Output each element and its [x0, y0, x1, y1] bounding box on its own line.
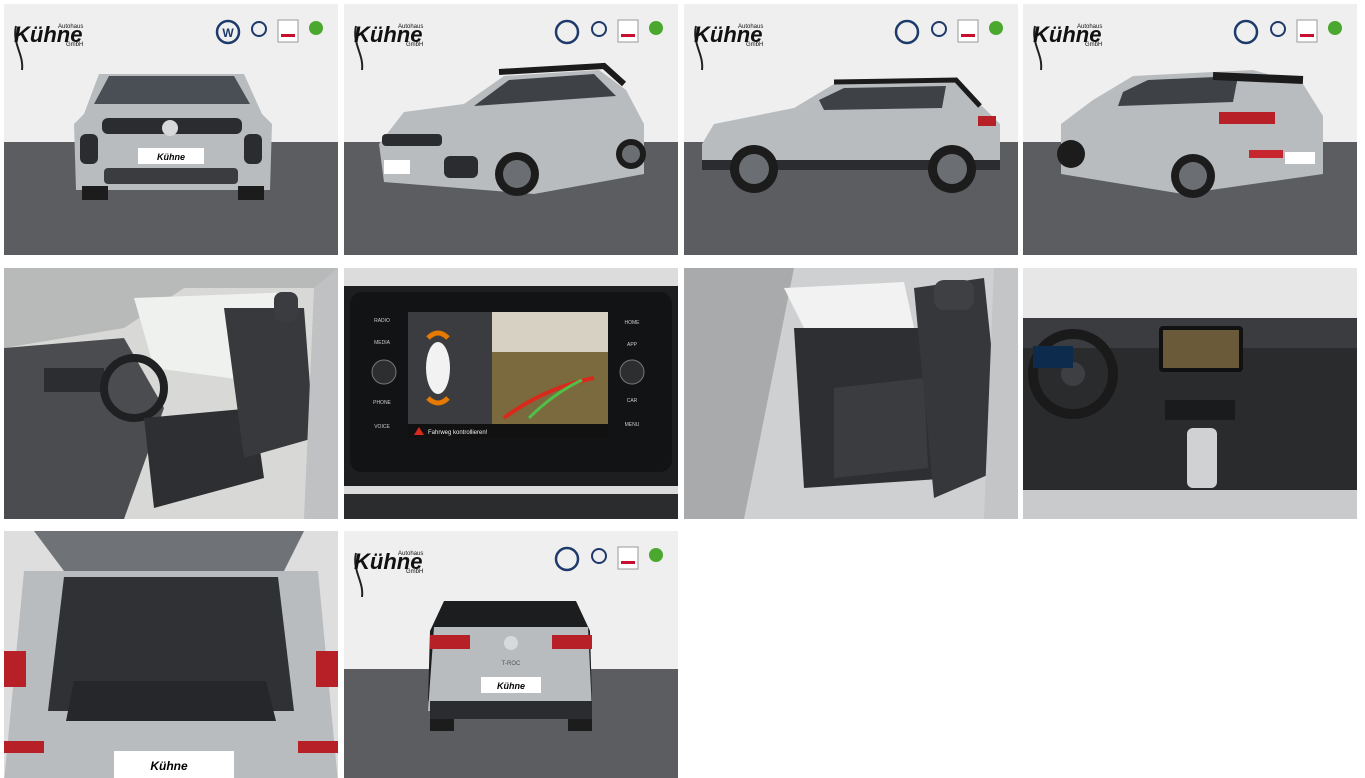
parking-warning-text: Fahrweg kontrollieren!: [428, 430, 488, 436]
photo-infotainment[interactable]: RADIO MEDIA PHONE VOICE HOME APP CAR MEN…: [344, 268, 678, 519]
svg-text:VOICE: VOICE: [374, 424, 390, 430]
infotainment-image: RADIO MEDIA PHONE VOICE HOME APP CAR MEN…: [344, 268, 678, 519]
svg-text:GmbH: GmbH: [66, 42, 83, 48]
svg-text:Autohaus: Autohaus: [398, 551, 423, 557]
svg-text:Autohaus: Autohaus: [398, 24, 423, 30]
svg-text:APP: APP: [627, 342, 638, 348]
svg-text:Kühne: Kühne: [497, 681, 525, 691]
svg-text:PHONE: PHONE: [373, 400, 391, 406]
svg-text:RADIO: RADIO: [374, 318, 390, 324]
photo-rear-view[interactable]: Kühne Autohaus GmbH T-ROC Kühne: [344, 531, 678, 778]
svg-text:GmbH: GmbH: [1085, 42, 1102, 48]
photo-dashboard[interactable]: [1023, 268, 1357, 519]
svg-text:HOME: HOME: [625, 320, 641, 326]
svg-text:MENU: MENU: [625, 422, 640, 428]
front-seats-image: [4, 268, 338, 519]
svg-text:Autohaus: Autohaus: [58, 24, 83, 30]
trunk-image: Kühne: [4, 531, 338, 778]
photo-front-seats[interactable]: [4, 268, 338, 519]
model-badge: T-ROC: [502, 661, 521, 667]
svg-text:GmbH: GmbH: [746, 42, 763, 48]
rear-view-image: Kühne Autohaus GmbH T-ROC Kühne: [344, 531, 678, 778]
svg-text:Kühne: Kühne: [157, 152, 185, 162]
photo-rear-seats[interactable]: [684, 268, 1018, 519]
car-rear: T-ROC Kühne: [428, 601, 592, 731]
rear-seats-image: [684, 268, 1018, 519]
side-view-image: Kühne Autohaus GmbH: [684, 4, 1018, 255]
photo-front-three-quarter[interactable]: Kühne Autohaus GmbH: [344, 4, 678, 255]
svg-text:MEDIA: MEDIA: [374, 340, 391, 346]
svg-text:GmbH: GmbH: [406, 42, 423, 48]
svg-text:Autohaus: Autohaus: [738, 24, 763, 30]
photo-rear-three-quarter[interactable]: Kühne Autohaus GmbH: [1023, 4, 1357, 255]
svg-text:CAR: CAR: [627, 398, 638, 404]
svg-text:W: W: [222, 26, 234, 40]
svg-text:Kühne: Kühne: [150, 759, 188, 773]
front-three-quarter-image: Kühne Autohaus GmbH: [344, 4, 678, 255]
front-view-image: Kühne Autohaus GmbH W Kühne: [4, 4, 338, 255]
photo-trunk[interactable]: Kühne: [4, 531, 338, 778]
car-front: Kühne: [74, 74, 272, 200]
photo-gallery: Kühne Autohaus GmbH W Kühne Kühne Autoha…: [0, 0, 1365, 778]
rear-three-quarter-image: Kühne Autohaus GmbH: [1023, 4, 1357, 255]
svg-text:Autohaus: Autohaus: [1077, 24, 1102, 30]
svg-text:GmbH: GmbH: [406, 569, 423, 575]
photo-front-view[interactable]: Kühne Autohaus GmbH W Kühne: [4, 4, 338, 255]
dashboard-image: [1023, 268, 1357, 519]
photo-side-view[interactable]: Kühne Autohaus GmbH: [684, 4, 1018, 255]
